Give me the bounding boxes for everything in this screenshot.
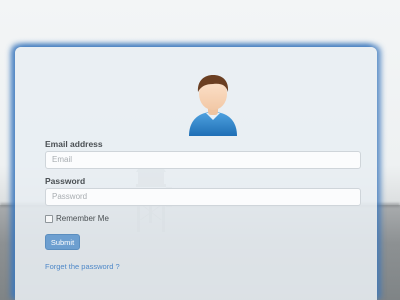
email-label: Email address bbox=[45, 139, 103, 149]
login-screen: Email address Password Remember Me Submi… bbox=[0, 0, 400, 300]
remember-me[interactable]: Remember Me bbox=[45, 214, 109, 223]
email-field[interactable] bbox=[45, 151, 361, 169]
password-label: Password bbox=[45, 176, 86, 186]
login-panel: Email address Password Remember Me Submi… bbox=[15, 47, 377, 300]
user-avatar-icon bbox=[189, 75, 237, 136]
password-field[interactable] bbox=[45, 188, 361, 206]
submit-button[interactable]: Submit bbox=[45, 234, 80, 250]
remember-me-label: Remember Me bbox=[56, 214, 109, 223]
forgot-password-link[interactable]: Forget the password ? bbox=[45, 262, 120, 271]
remember-me-checkbox[interactable] bbox=[45, 214, 53, 223]
